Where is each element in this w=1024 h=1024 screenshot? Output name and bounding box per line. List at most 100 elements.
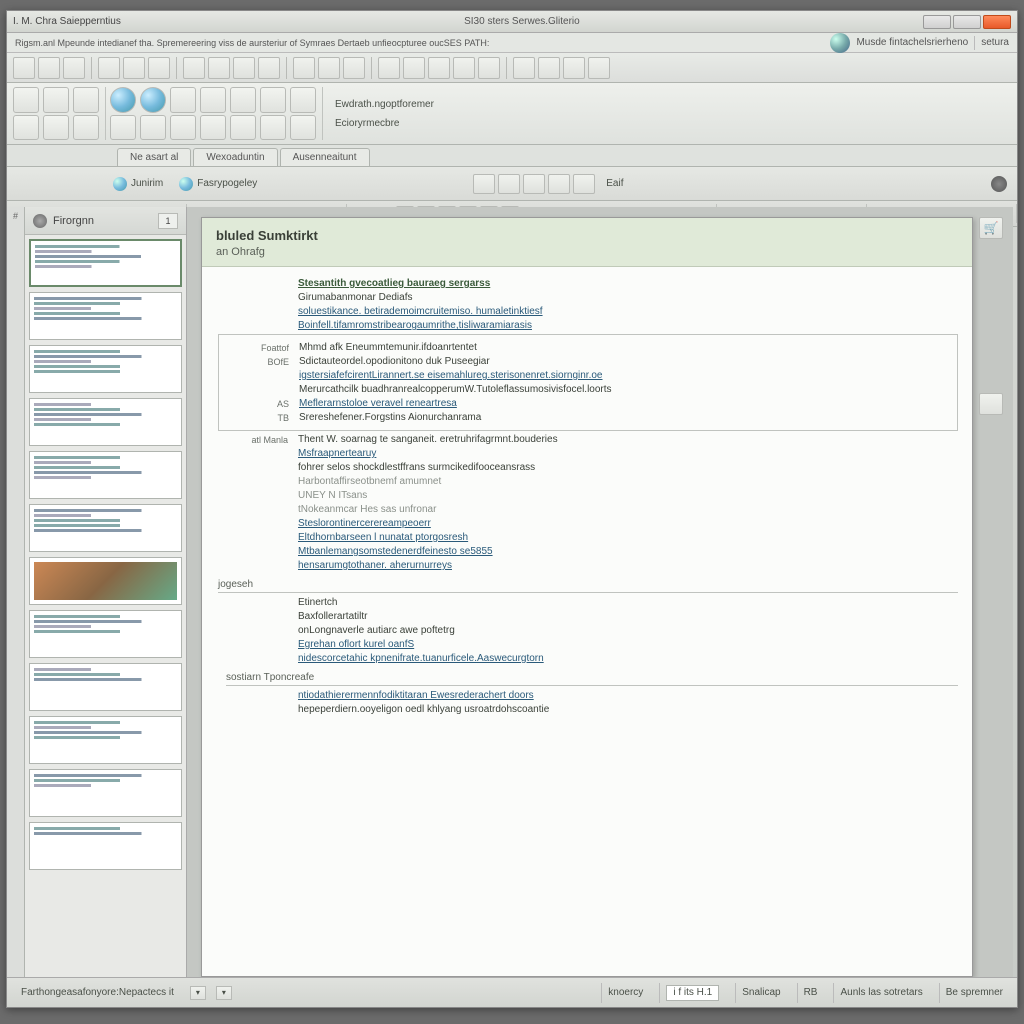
- globe-icon[interactable]: [830, 33, 850, 53]
- content-row: fohrer selos shockdlestffrans surmcikedi…: [226, 462, 958, 473]
- tab-3[interactable]: Ausenneaitunt: [280, 148, 370, 166]
- qt-btn-18[interactable]: [478, 57, 500, 79]
- qt-btn-6[interactable]: [148, 57, 170, 79]
- thumb-6[interactable]: [29, 504, 182, 552]
- lt-btn-13[interactable]: [230, 87, 256, 113]
- lt-btn-17[interactable]: [290, 87, 316, 113]
- sr-btn-5[interactable]: [573, 174, 595, 194]
- sr-btn-1[interactable]: [473, 174, 495, 194]
- qt-btn-2[interactable]: [38, 57, 60, 79]
- qt-btn-16[interactable]: [428, 57, 450, 79]
- qt-btn-14[interactable]: [378, 57, 400, 79]
- lt-btn-10[interactable]: [170, 115, 196, 141]
- content-link[interactable]: soluestikance. betirademoimcruitemiso. h…: [298, 306, 958, 317]
- content-link[interactable]: Steslorontinercerereampeoerr: [298, 518, 958, 529]
- sr-edit-label[interactable]: Eaif: [606, 178, 623, 189]
- status-dd-2[interactable]: ▾: [216, 986, 232, 1000]
- lt-btn-6[interactable]: [73, 115, 99, 141]
- lt-btn-12[interactable]: [200, 115, 226, 141]
- qt-btn-11[interactable]: [293, 57, 315, 79]
- minimize-button[interactable]: [923, 15, 951, 29]
- qt-btn-13[interactable]: [343, 57, 365, 79]
- sr-btn-3[interactable]: [523, 174, 545, 194]
- qt-btn-15[interactable]: [403, 57, 425, 79]
- thumbnails[interactable]: [25, 235, 186, 977]
- qt-btn-7[interactable]: [183, 57, 205, 79]
- content-link[interactable]: Boinfell.tifamromstribearogaumrithe,tisl…: [298, 320, 958, 331]
- status-right1[interactable]: Aunls las sotretars: [833, 983, 928, 1003]
- thumb-11[interactable]: [29, 769, 182, 817]
- quick-toolbar: [7, 53, 1017, 83]
- lt-btn-1[interactable]: [13, 87, 39, 113]
- content-link[interactable]: ntiodathierermennfodiktitaran Ewesredera…: [298, 690, 958, 701]
- status-dd-1[interactable]: ▾: [190, 986, 206, 1000]
- lt-btn-14[interactable]: [230, 115, 256, 141]
- qt-btn-10[interactable]: [258, 57, 280, 79]
- thumb-2[interactable]: [29, 292, 182, 340]
- status-mid2: i f its H.1: [659, 983, 725, 1003]
- tab-1[interactable]: Ne asart al: [117, 148, 191, 166]
- qt-btn-19[interactable]: [513, 57, 535, 79]
- thumb-3[interactable]: [29, 345, 182, 393]
- qt-btn-4[interactable]: [98, 57, 120, 79]
- info-right-label-a[interactable]: Musde fintachelsrierheno: [856, 37, 968, 48]
- content-link[interactable]: Mtbanlemangsomstedenerdfeinesto se5855: [298, 546, 958, 557]
- tab-2[interactable]: Wexoaduntin: [193, 148, 277, 166]
- gear-icon[interactable]: [33, 214, 47, 228]
- lt-globe-1[interactable]: [110, 87, 136, 113]
- rg-btn-2[interactable]: [979, 393, 1003, 415]
- lt-btn-4[interactable]: [43, 115, 69, 141]
- qt-btn-3[interactable]: [63, 57, 85, 79]
- content-link[interactable]: nidescorcetahic kpnenifrate.tuanurficele…: [298, 653, 958, 664]
- thumb-8[interactable]: [29, 610, 182, 658]
- content-row: Steslorontinercerereampeoerr: [226, 518, 958, 529]
- qt-btn-20[interactable]: [538, 57, 560, 79]
- lt-label-2[interactable]: Ecioryrmecbre: [335, 118, 434, 129]
- qt-btn-5[interactable]: [123, 57, 145, 79]
- content-link[interactable]: Stesantith gvecoatlieg bauraeg sergarss: [298, 278, 958, 289]
- content-link[interactable]: Meflerarnstoloe veravel reneartresa: [299, 398, 949, 409]
- qt-btn-8[interactable]: [208, 57, 230, 79]
- lt-btn-11[interactable]: [200, 87, 226, 113]
- lt-btn-7[interactable]: [110, 115, 136, 141]
- sr-item-2[interactable]: Fasrypogeley: [179, 177, 257, 191]
- thumb-4[interactable]: [29, 398, 182, 446]
- qt-btn-9[interactable]: [233, 57, 255, 79]
- info-right-label-b[interactable]: setura: [981, 37, 1009, 48]
- sr-item-1[interactable]: Junirim: [113, 177, 163, 191]
- sr-btn-4[interactable]: [548, 174, 570, 194]
- lt-btn-18[interactable]: [290, 115, 316, 141]
- thumb-12[interactable]: [29, 822, 182, 870]
- nav-page-number[interactable]: 1: [158, 213, 178, 229]
- sr-btn-2[interactable]: [498, 174, 520, 194]
- lt-btn-2[interactable]: [13, 115, 39, 141]
- qt-btn-21[interactable]: [563, 57, 585, 79]
- thumb-5[interactable]: [29, 451, 182, 499]
- qt-btn-17[interactable]: [453, 57, 475, 79]
- content-link[interactable]: Msfraapnertearuy: [298, 448, 958, 459]
- lt-btn-15[interactable]: [260, 87, 286, 113]
- content-link[interactable]: Egrehan oflort kurel oanfS: [298, 639, 958, 650]
- status-right2[interactable]: Be spremner: [939, 983, 1009, 1003]
- lt-label-1[interactable]: Ewdrath.ngoptforemer: [335, 99, 434, 110]
- thumb-7[interactable]: [29, 557, 182, 605]
- gear-icon[interactable]: [991, 176, 1007, 192]
- thumb-10[interactable]: [29, 716, 182, 764]
- thumb-9[interactable]: [29, 663, 182, 711]
- qt-btn-22[interactable]: [588, 57, 610, 79]
- qt-btn-1[interactable]: [13, 57, 35, 79]
- content-link[interactable]: Eltdhornbarseen l nunatat ptorgosresh: [298, 532, 958, 543]
- lt-globe-2[interactable]: [140, 87, 166, 113]
- cart-button[interactable]: 🛒: [979, 217, 1003, 239]
- lt-btn-16[interactable]: [260, 115, 286, 141]
- qt-btn-12[interactable]: [318, 57, 340, 79]
- close-button[interactable]: [983, 15, 1011, 29]
- lt-btn-5[interactable]: [73, 87, 99, 113]
- lt-btn-3[interactable]: [43, 87, 69, 113]
- thumb-1[interactable]: [29, 239, 182, 287]
- lt-btn-9[interactable]: [170, 87, 196, 113]
- lt-btn-8[interactable]: [140, 115, 166, 141]
- maximize-button[interactable]: [953, 15, 981, 29]
- content-link[interactable]: igstersiafefcirentLirannert.se eisemahlu…: [299, 370, 949, 381]
- content-link[interactable]: hensarumgtothaner. aherurnurreys: [298, 560, 958, 571]
